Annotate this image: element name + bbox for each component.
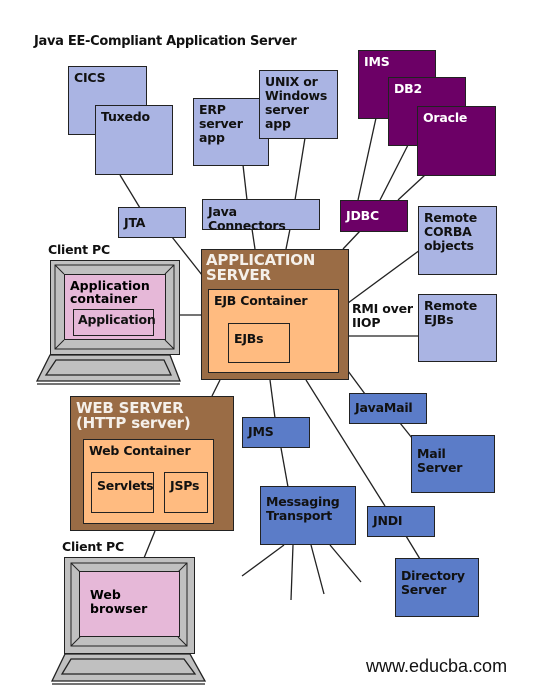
line-connectors-appserver-2: [285, 228, 291, 250]
line-jdbc-appserver: [342, 230, 361, 250]
line-appserver-jms: [269, 379, 276, 419]
node-unix-windows-label: UNIX or Windows server app: [265, 74, 328, 131]
node-messaging-transport: Messaging Transport: [260, 486, 356, 545]
line-appserver-webserver: [211, 379, 221, 397]
node-oracle-label: Oracle: [423, 110, 468, 125]
api-javamail: JavaMail: [349, 393, 427, 424]
web-browser: Web browser: [79, 571, 180, 637]
servlets-component: Servlets: [91, 472, 154, 513]
api-jta-label: JTA: [124, 215, 146, 230]
rmi-iiop-label: RMI over IIOP: [352, 301, 413, 330]
ejbs-component: EJBs: [228, 323, 290, 363]
api-jdbc: JDBC: [340, 200, 408, 232]
node-unix-windows: UNIX or Windows server app: [259, 70, 338, 139]
node-remote-ejbs-label: Remote EJBs: [424, 298, 477, 327]
node-erp-label: ERP server app: [199, 102, 243, 145]
api-jndi: JNDI: [367, 506, 435, 537]
client-pc-1-label: Client PC: [48, 242, 110, 257]
client-pc-2-keyboard: [50, 653, 207, 685]
line-webserver-client2: [143, 530, 156, 559]
ejbs-label: EJBs: [234, 331, 264, 346]
api-java-connectors: Java Connectors: [202, 199, 320, 233]
api-jta: JTA: [118, 207, 186, 238]
line-messaging-out-2: [290, 544, 294, 601]
api-javamail-label: JavaMail: [355, 400, 413, 415]
client-pc-1-keyboard: [35, 354, 181, 385]
line-db2-jdbc: [379, 144, 409, 201]
node-remote-corba-label: Remote CORBA objects: [424, 210, 477, 253]
node-erp: ERP server app: [193, 98, 269, 166]
jsps-component: JSPs: [164, 472, 208, 513]
node-remote-corba: Remote CORBA objects: [418, 206, 497, 275]
client-pc-2-label: Client PC: [62, 539, 124, 554]
line-appserver-javamail: [347, 370, 366, 395]
application-container-label: Application container: [70, 278, 150, 306]
api-jdbc-label: JDBC: [346, 208, 379, 223]
node-mail-server-label: Mail Server: [417, 446, 463, 475]
node-mail-server: Mail Server: [411, 435, 495, 493]
line-oracle-jdbc: [397, 174, 426, 201]
web-container-label: Web Container: [89, 443, 191, 458]
node-db2-label: DB2: [394, 81, 423, 96]
line-jndi-directory: [405, 535, 421, 560]
api-jms-label: JMS: [248, 424, 274, 439]
watermark: www.educba.com: [366, 656, 508, 676]
line-messaging-out-1: [241, 544, 285, 577]
jsps-label: JSPs: [170, 478, 200, 493]
line-messaging-out-3: [310, 544, 325, 595]
node-directory-server-label: Directory Server: [401, 568, 465, 597]
node-messaging-transport-label: Messaging Transport: [266, 494, 340, 523]
node-tuxedo: Tuxedo: [95, 105, 173, 175]
web-browser-label: Web browser: [90, 587, 148, 616]
application-label: Application: [78, 312, 156, 327]
node-tuxedo-label: Tuxedo: [101, 109, 150, 124]
application-component: Application: [73, 309, 156, 336]
web-server-title: WEB SERVER (HTTP server): [76, 399, 191, 432]
api-jms: JMS: [242, 417, 310, 448]
node-cics-label: CICS: [74, 70, 106, 85]
node-directory-server: Directory Server: [395, 558, 479, 617]
line-messaging-out-4: [329, 544, 362, 583]
servlets-label: Servlets: [97, 478, 154, 493]
api-java-connectors-label: Java Connectors: [208, 204, 286, 233]
line-unix-connectors: [294, 137, 306, 201]
line-jms-messaging: [280, 447, 289, 488]
application-server-title: APPLICATION SERVER: [206, 251, 316, 284]
node-remote-ejbs: Remote EJBs: [418, 294, 497, 362]
ejb-container-label: EJB Container: [214, 293, 308, 308]
line-erp-connectors: [242, 164, 248, 201]
node-oracle: Oracle: [417, 106, 496, 176]
api-jndi-label: JNDI: [373, 513, 403, 528]
line-tuxedo-jta: [119, 174, 141, 209]
line-ims-jdbc: [357, 117, 377, 201]
node-ims-label: IMS: [364, 54, 390, 69]
line-appserver-corba: [347, 249, 421, 304]
diagram-title: Java EE-Compliant Application Server: [34, 34, 297, 49]
